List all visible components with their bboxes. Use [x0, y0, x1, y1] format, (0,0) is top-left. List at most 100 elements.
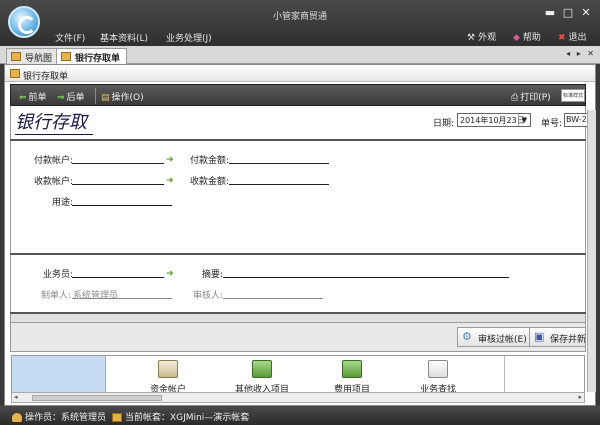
toolbar-divider	[95, 88, 96, 104]
pay-account-label: 付款帐户:	[33, 156, 73, 166]
pay-amount-input[interactable]	[229, 163, 329, 164]
chevron-down-icon[interactable]: ▼	[518, 114, 530, 126]
nav-item-business-search[interactable]: 业务查找	[398, 356, 478, 392]
form-title: 银行存取	[15, 108, 93, 135]
summary-input[interactable]	[223, 277, 509, 278]
salesman-label: 业务员:	[42, 270, 73, 280]
printer-icon: ⎙	[511, 93, 519, 103]
search-document-icon	[428, 360, 448, 378]
menu-file[interactable]: 文件(F)	[55, 31, 85, 44]
horizontal-scrollbar[interactable]: ◂ ▸	[11, 392, 585, 403]
operator-text: 操作员：系统管理员	[25, 413, 107, 423]
next-label: 后单	[66, 93, 85, 103]
money-remove-icon	[342, 360, 362, 378]
window-title: 小管家商贸通	[272, 12, 327, 22]
nav-item-fund-account[interactable]: 资金帐户	[128, 356, 208, 392]
save-disk-icon: ▣	[534, 330, 545, 343]
title-bar: 小管家商贸通 ▬ □ ✕ 文件(F) 基本资料(L) 业务处理(J) ⚒ 外观 ◆…	[0, 0, 600, 46]
recv-amount-input[interactable]	[229, 184, 329, 185]
prev-label: 前单	[28, 93, 47, 103]
recv-account-input[interactable]	[72, 184, 164, 185]
menu-basic-data[interactable]: 基本资料(L)	[100, 31, 148, 44]
help-label: 帮助	[522, 33, 541, 43]
salesman-input[interactable]	[72, 277, 164, 278]
tab-strip: 导航图 银行存取单 ◂ ▸ ✕	[0, 46, 600, 64]
operate-icon: ▤	[101, 93, 110, 103]
purpose-input[interactable]	[72, 205, 172, 206]
signature-section: 业务员: ➜ 摘要: 制单人: 系统管理员 审核人:	[10, 255, 586, 312]
user-icon	[12, 413, 22, 422]
map-icon	[11, 52, 21, 61]
document-icon	[61, 52, 71, 61]
style-selector[interactable]: 标准样式	[561, 89, 585, 102]
tab-label: 银行存取单	[75, 54, 121, 64]
payment-section: 付款帐户: ➜ 付款金额: 收款帐户: ➜ 收款金额: 用途:	[10, 141, 586, 253]
recv-account-label: 收款帐户:	[33, 177, 73, 187]
pay-amount-label: 付款金额:	[189, 156, 229, 166]
save-new-label: 保存并新建	[550, 335, 586, 345]
save-new-button[interactable]: ▣ 保存并新建	[529, 327, 586, 347]
nav-blue-pane	[12, 356, 106, 392]
auditor-label: 审核人:	[192, 291, 223, 301]
document-icon	[10, 69, 20, 78]
print-button[interactable]: ⎙ 打印(P)	[511, 90, 551, 103]
skin-button[interactable]: ⚒ 外观	[467, 30, 496, 43]
close-button[interactable]: ✕	[579, 7, 593, 19]
help-button[interactable]: ◆ 帮助	[513, 30, 541, 43]
status-bar: 操作员：系统管理员 当前帐套：XGJMini—演示帐套	[0, 406, 600, 425]
document-title: 银行存取单	[23, 72, 69, 82]
quick-nav-panel: 资金帐户 其他收入项目 费用项目 业务查找	[11, 355, 585, 393]
ledger-icon	[158, 360, 178, 378]
tab-navigation-map[interactable]: 导航图	[6, 48, 60, 64]
status-operator: 操作员：系统管理员	[12, 410, 106, 423]
arrow-right-icon: ⇒	[57, 93, 65, 103]
exit-icon: ✖	[558, 33, 566, 43]
number-field[interactable]: BW-2	[564, 113, 588, 127]
maker-underline	[72, 298, 172, 299]
prev-doc-button[interactable]: ⇐ 前单	[19, 90, 47, 103]
document-header: 银行存取单	[5, 65, 595, 82]
operate-menu-button[interactable]: ▤ 操作(O)	[101, 90, 144, 103]
scroll-left-icon[interactable]: ◂	[14, 393, 18, 401]
minimize-button[interactable]: ▬	[543, 7, 557, 19]
print-label: 打印(P)	[520, 93, 551, 103]
pay-account-input[interactable]	[72, 163, 164, 164]
nav-item-expense[interactable]: 费用项目	[312, 356, 392, 392]
date-value: 2014年10月23日	[460, 116, 525, 125]
number-label: 单号:	[541, 119, 563, 129]
auditor-input[interactable]	[223, 298, 323, 299]
date-label: 日期:	[433, 119, 455, 129]
nav-divider	[504, 356, 505, 392]
nav-item-other-income[interactable]: 其他收入项目	[222, 356, 302, 392]
account-book-icon	[112, 413, 122, 422]
tab-bank-deposit-withdraw[interactable]: 银行存取单	[56, 48, 128, 64]
help-book-icon: ◆	[513, 33, 520, 43]
form-header: 银行存取 日期: 2014年10月23日 ▼ 单号: BW-2	[10, 106, 588, 140]
maximize-button[interactable]: □	[561, 7, 575, 19]
date-picker[interactable]: 2014年10月23日 ▼	[457, 113, 531, 127]
recv-amount-label: 收款金额:	[189, 177, 229, 187]
next-doc-button[interactable]: ⇒ 后单	[57, 90, 85, 103]
skin-label: 外观	[478, 33, 497, 43]
action-bar: ⚙ 审核过帐(E) ▣ 保存并新建	[10, 322, 586, 352]
menu-business[interactable]: 业务处理(J)	[166, 31, 212, 44]
audit-icon: ⚙	[462, 330, 472, 343]
document-toolbar: ⇐ 前单 ⇒ 后单 ▤ 操作(O) ⎙ 打印(P) 标准样式	[10, 84, 586, 106]
exit-label: 退出	[568, 33, 587, 43]
money-add-icon	[252, 360, 272, 378]
tools-icon: ⚒	[467, 33, 476, 43]
tab-label: 导航图	[25, 54, 53, 64]
scroll-thumb[interactable]	[32, 395, 162, 401]
operate-label: 操作(O)	[111, 93, 144, 103]
spacer	[10, 314, 586, 322]
app-logo-icon[interactable]	[8, 6, 40, 38]
tab-scroll-close-controls[interactable]: ◂ ▸ ✕	[566, 49, 596, 58]
audit-post-button[interactable]: ⚙ 审核过帐(E)	[457, 327, 534, 347]
vertical-scrollbar[interactable]	[587, 110, 596, 392]
maker-label: 制单人:	[40, 291, 71, 301]
exit-button[interactable]: ✖ 退出	[558, 30, 587, 43]
scroll-right-icon[interactable]: ▸	[578, 393, 582, 401]
purpose-label: 用途:	[51, 198, 73, 208]
arrow-left-icon: ⇐	[19, 93, 27, 103]
account-set-text: 当前帐套：XGJMini—演示帐套	[125, 413, 250, 423]
